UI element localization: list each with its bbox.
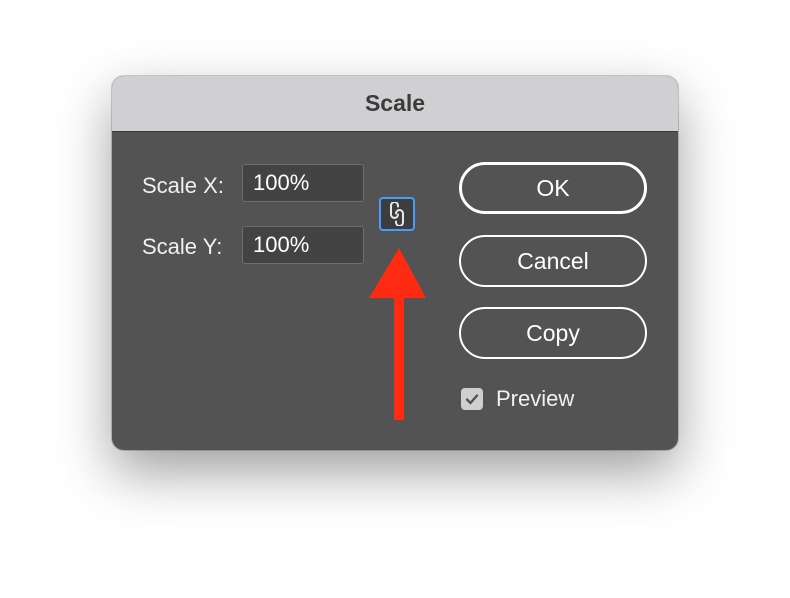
scale-x-label: Scale X: (142, 173, 224, 198)
constrain-proportions-button[interactable] (379, 197, 415, 231)
scale-y-label: Scale Y: (142, 234, 223, 259)
dialog-title: Scale (364, 90, 426, 116)
ok-button[interactable]: OK (459, 162, 647, 214)
preview-label[interactable]: Preview (496, 386, 574, 412)
dialog-titlebar[interactable]: Scale (112, 76, 678, 132)
cancel-button[interactable]: Cancel (459, 235, 647, 287)
scale-x-input[interactable]: 100% (242, 164, 364, 202)
preview-checkbox[interactable] (461, 388, 483, 410)
link-icon (390, 202, 404, 226)
copy-button[interactable]: Copy (459, 307, 647, 359)
red-arrow-icon (369, 248, 426, 420)
scale-y-input[interactable]: 100% (242, 226, 364, 264)
checkmark-icon (465, 394, 479, 405)
